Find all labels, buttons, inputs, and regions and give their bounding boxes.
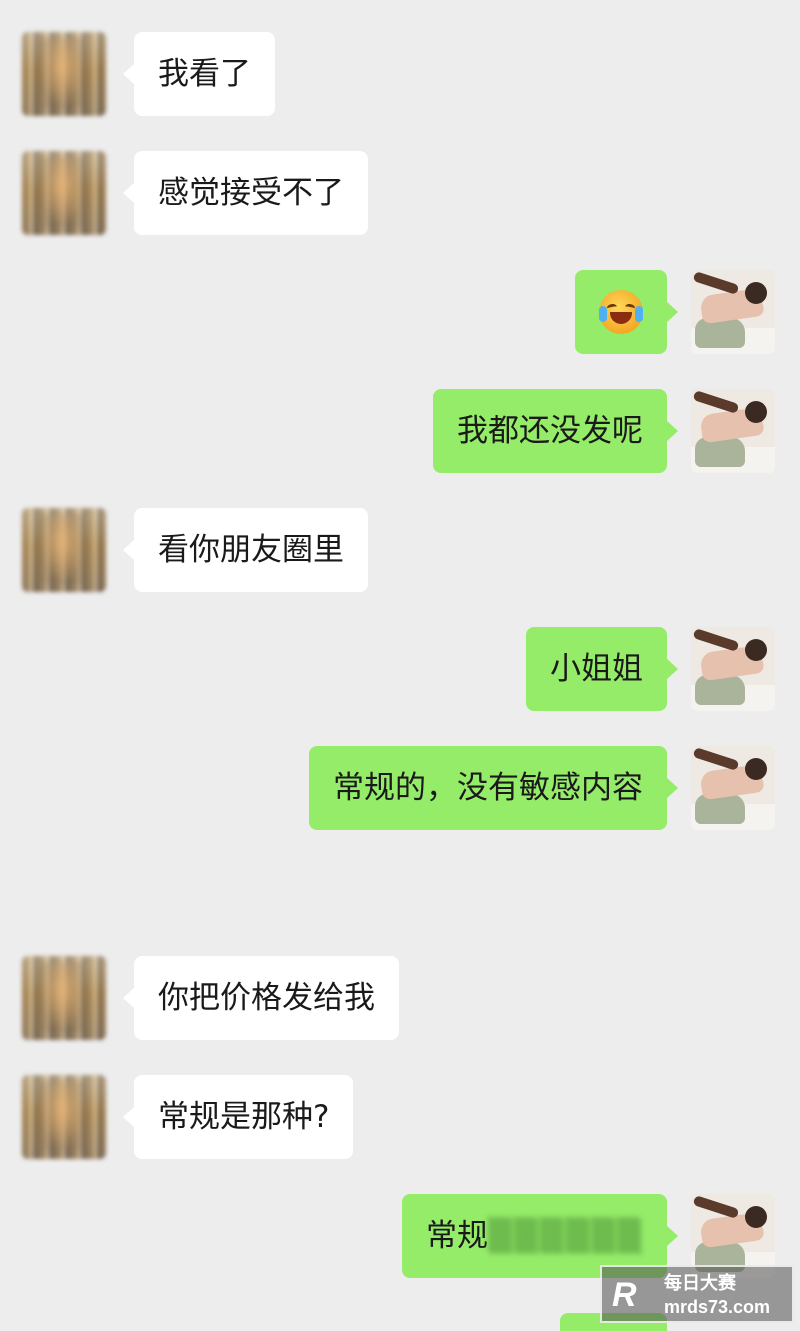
outgoing-message-bubble[interactable]: 常规的，没有敏感内容 — [309, 746, 678, 830]
outgoing-message-bubble[interactable] — [575, 270, 678, 354]
outgoing-message-bubble[interactable]: 小姐姐 — [526, 627, 678, 711]
incoming-message-bubble[interactable]: 你把价格发给我 — [123, 956, 399, 1040]
site-watermark: R 每日大赛 mrds73.com — [600, 1265, 794, 1323]
message-text: 常规 — [425, 1218, 488, 1254]
watermark-logo: R — [612, 1276, 637, 1314]
message-row: 小姐姐 — [0, 627, 800, 711]
message-row — [0, 270, 800, 354]
message-row: 我看了 — [0, 32, 800, 116]
contact-avatar[interactable] — [22, 956, 106, 1040]
chat-thread: 我看了 感觉接受不了 我都还没发呢 看你朋友圈里 小姐姐 常规的，没有敏感内容 — [0, 0, 800, 1331]
incoming-message-bubble[interactable]: 我看了 — [123, 32, 275, 116]
contact-avatar[interactable] — [22, 1075, 106, 1159]
watermark-title: 每日大赛 — [664, 1273, 736, 1293]
my-avatar[interactable] — [691, 270, 775, 354]
message-row: 看你朋友圈里 — [0, 508, 800, 592]
my-avatar[interactable] — [691, 746, 775, 830]
message-row: 你把价格发给我 — [0, 956, 800, 1040]
my-avatar[interactable] — [691, 627, 775, 711]
message-row: 常规是那种? — [0, 1075, 800, 1159]
contact-avatar[interactable] — [22, 508, 106, 592]
my-avatar[interactable] — [691, 389, 775, 473]
contact-avatar[interactable] — [22, 151, 106, 235]
message-row: 我都还没发呢 — [0, 389, 800, 473]
message-row: 常规的，没有敏感内容 — [0, 746, 800, 830]
contact-avatar[interactable] — [22, 32, 106, 116]
incoming-message-bubble[interactable]: 看你朋友圈里 — [123, 508, 368, 592]
incoming-message-bubble[interactable]: 感觉接受不了 — [123, 151, 368, 235]
loudly-crying-face-icon — [599, 290, 643, 334]
incoming-message-bubble[interactable]: 常规是那种? — [122, 1075, 354, 1159]
message-row: 感觉接受不了 — [0, 151, 800, 235]
watermark-url: mrds73.com — [664, 1297, 771, 1317]
outgoing-message-bubble[interactable]: 我都还没发呢 — [433, 389, 678, 473]
